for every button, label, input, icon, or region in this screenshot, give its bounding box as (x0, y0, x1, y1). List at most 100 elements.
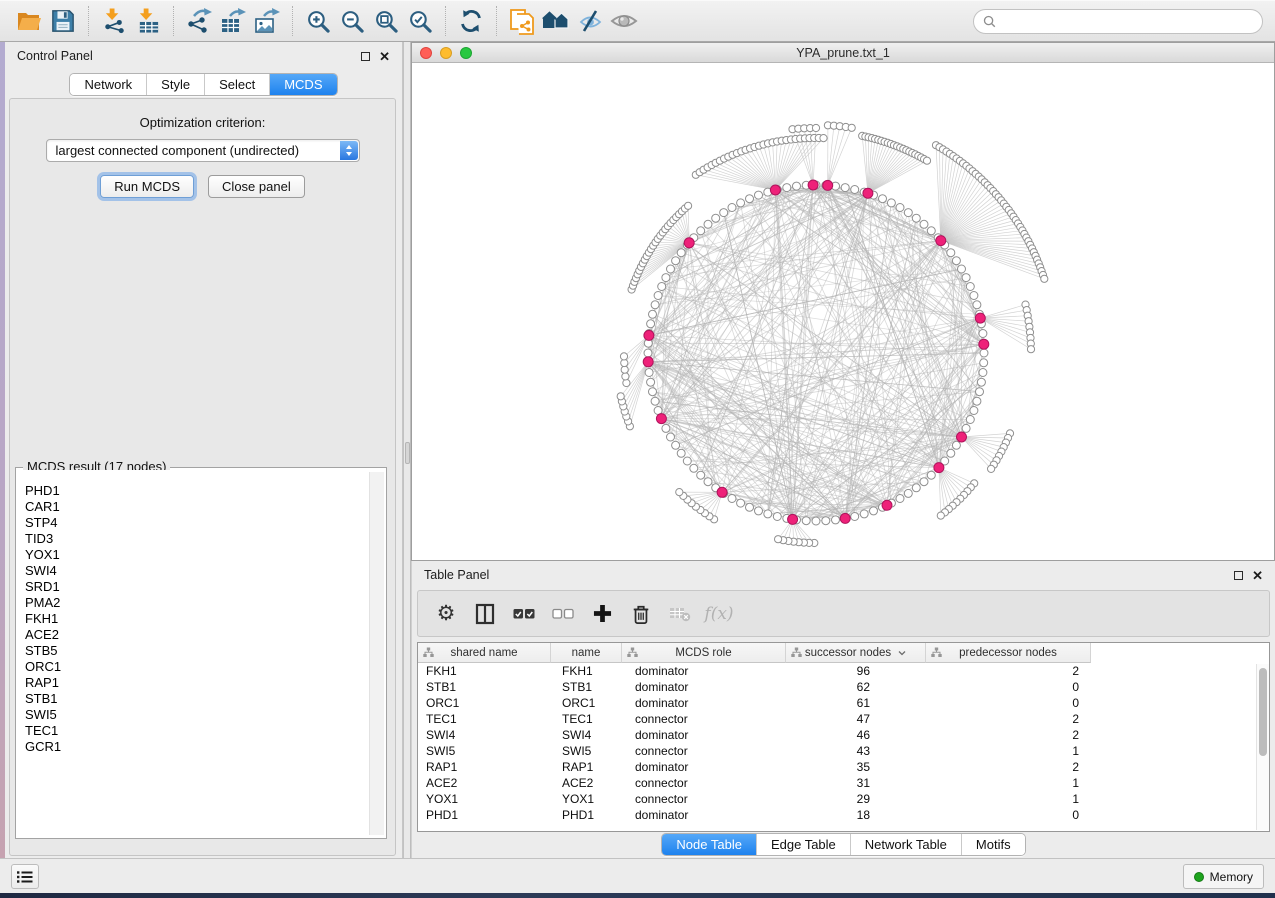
network-node[interactable] (887, 199, 895, 207)
table-cell[interactable]: dominator (622, 760, 786, 774)
network-node[interactable] (690, 464, 698, 472)
network-node[interactable] (677, 249, 685, 257)
network-hub-node[interactable] (863, 188, 873, 198)
network-node[interactable] (973, 301, 981, 309)
table-cell[interactable]: 2 (926, 760, 1091, 774)
table-cell[interactable]: 0 (926, 680, 1091, 694)
minimize-window-icon[interactable] (440, 47, 452, 59)
zoom-window-icon[interactable] (460, 47, 472, 59)
tab-mcds[interactable]: MCDS (269, 74, 336, 95)
network-node[interactable] (860, 510, 868, 518)
mcds-result-item[interactable]: YOX1 (25, 547, 367, 563)
table-cell[interactable]: YOX1 (418, 792, 551, 806)
open-icon[interactable] (12, 6, 46, 36)
network-hub-node[interactable] (823, 180, 833, 190)
table-row[interactable]: RAP1RAP1dominator352 (418, 759, 1269, 775)
network-node[interactable] (623, 379, 630, 386)
search-input[interactable] (973, 9, 1263, 34)
network-node[interactable] (697, 227, 705, 235)
table-cell[interactable]: FKH1 (418, 664, 551, 678)
network-node[interactable] (848, 124, 855, 131)
settings-gear-icon[interactable]: ⚙ (434, 602, 458, 626)
import-table-icon[interactable] (131, 6, 165, 36)
table-scrollbar[interactable] (1256, 664, 1269, 830)
table-cell[interactable]: 61 (786, 696, 926, 710)
mcds-list-scrollbar[interactable] (369, 472, 384, 835)
network-node[interactable] (746, 195, 754, 203)
table-cell[interactable]: 31 (786, 776, 926, 790)
network-hub-node[interactable] (770, 185, 780, 195)
network-node[interactable] (927, 471, 935, 479)
network-hub-node[interactable] (840, 513, 850, 523)
table-cell[interactable]: dominator (622, 696, 786, 710)
network-node[interactable] (764, 510, 772, 518)
network-node[interactable] (651, 397, 659, 405)
panel-splitter[interactable] (403, 42, 411, 858)
table-row[interactable]: ORC1ORC1dominator610 (418, 695, 1269, 711)
network-node[interactable] (920, 478, 928, 486)
float-window-icon[interactable] (361, 52, 370, 61)
column-header-shared-name[interactable]: shared name (418, 643, 551, 663)
mcds-result-item[interactable]: STP4 (25, 515, 367, 531)
network-node[interactable] (947, 249, 955, 257)
mcds-result-list[interactable]: PHD1CAR1STP4TID3YOX1SWI4SRD1PMA2FKH1ACE2… (18, 470, 367, 836)
table-cell[interactable]: YOX1 (551, 792, 622, 806)
network-node[interactable] (676, 489, 683, 496)
table-tab-node-table[interactable]: Node Table (662, 834, 756, 855)
network-node[interactable] (802, 517, 810, 525)
table-cell[interactable]: PHD1 (551, 808, 622, 822)
tab-network[interactable]: Network (70, 74, 146, 95)
network-node[interactable] (973, 397, 981, 405)
zoom-in-icon[interactable] (301, 6, 335, 36)
table-cell[interactable]: STB1 (551, 680, 622, 694)
mcds-result-item[interactable]: ACE2 (25, 627, 367, 643)
network-node[interactable] (976, 388, 984, 396)
table-cell[interactable]: SWI4 (418, 728, 551, 742)
network-from-file-icon[interactable] (505, 6, 539, 36)
run-mcds-button[interactable]: Run MCDS (100, 175, 194, 198)
network-node[interactable] (947, 449, 955, 457)
table-cell[interactable]: dominator (622, 728, 786, 742)
network-node[interactable] (979, 330, 987, 338)
table-cell[interactable]: 46 (786, 728, 926, 742)
network-hub-node[interactable] (788, 514, 798, 524)
network-node[interactable] (822, 517, 830, 525)
network-node[interactable] (622, 373, 629, 380)
table-cell[interactable]: 1 (926, 744, 1091, 758)
export-table-icon[interactable] (216, 6, 250, 36)
import-network-icon[interactable] (97, 6, 131, 36)
table-cell[interactable]: RAP1 (418, 760, 551, 774)
column-header-successor-nodes[interactable]: successor nodes (786, 643, 926, 663)
network-node[interactable] (970, 292, 978, 300)
network-window-titlebar[interactable]: YPA_prune.txt_1 (412, 43, 1274, 63)
network-node[interactable] (651, 301, 659, 309)
network-node[interactable] (654, 292, 662, 300)
splitter-handle[interactable] (405, 442, 410, 464)
select-all-columns-icon[interactable] (512, 602, 536, 626)
network-hub-node[interactable] (936, 236, 946, 246)
mcds-result-item[interactable]: PHD1 (25, 483, 367, 499)
network-node[interactable] (793, 182, 801, 190)
network-node[interactable] (841, 184, 849, 192)
tab-style[interactable]: Style (146, 74, 204, 95)
network-node[interactable] (775, 536, 782, 543)
table-cell[interactable]: 1 (926, 792, 1091, 806)
memory-button[interactable]: Memory (1183, 864, 1264, 889)
open-session-houses-icon[interactable] (539, 6, 573, 36)
table-row[interactable]: PHD1PHD1dominator180 (418, 807, 1269, 823)
add-column-icon[interactable] (590, 602, 614, 626)
table-cell[interactable]: ORC1 (551, 696, 622, 710)
tab-select[interactable]: Select (204, 74, 269, 95)
table-cell[interactable]: dominator (622, 664, 786, 678)
table-row[interactable]: ACE2ACE2connector311 (418, 775, 1269, 791)
network-node[interactable] (1041, 275, 1048, 282)
column-header-name[interactable]: name (551, 643, 622, 663)
mcds-result-item[interactable]: SWI4 (25, 563, 367, 579)
export-image-icon[interactable] (250, 6, 284, 36)
network-node[interactable] (851, 186, 859, 194)
network-node[interactable] (962, 424, 970, 432)
network-node[interactable] (970, 407, 978, 415)
network-node[interactable] (832, 516, 840, 524)
table-cell[interactable]: dominator (622, 680, 786, 694)
table-cell[interactable]: 1 (926, 776, 1091, 790)
